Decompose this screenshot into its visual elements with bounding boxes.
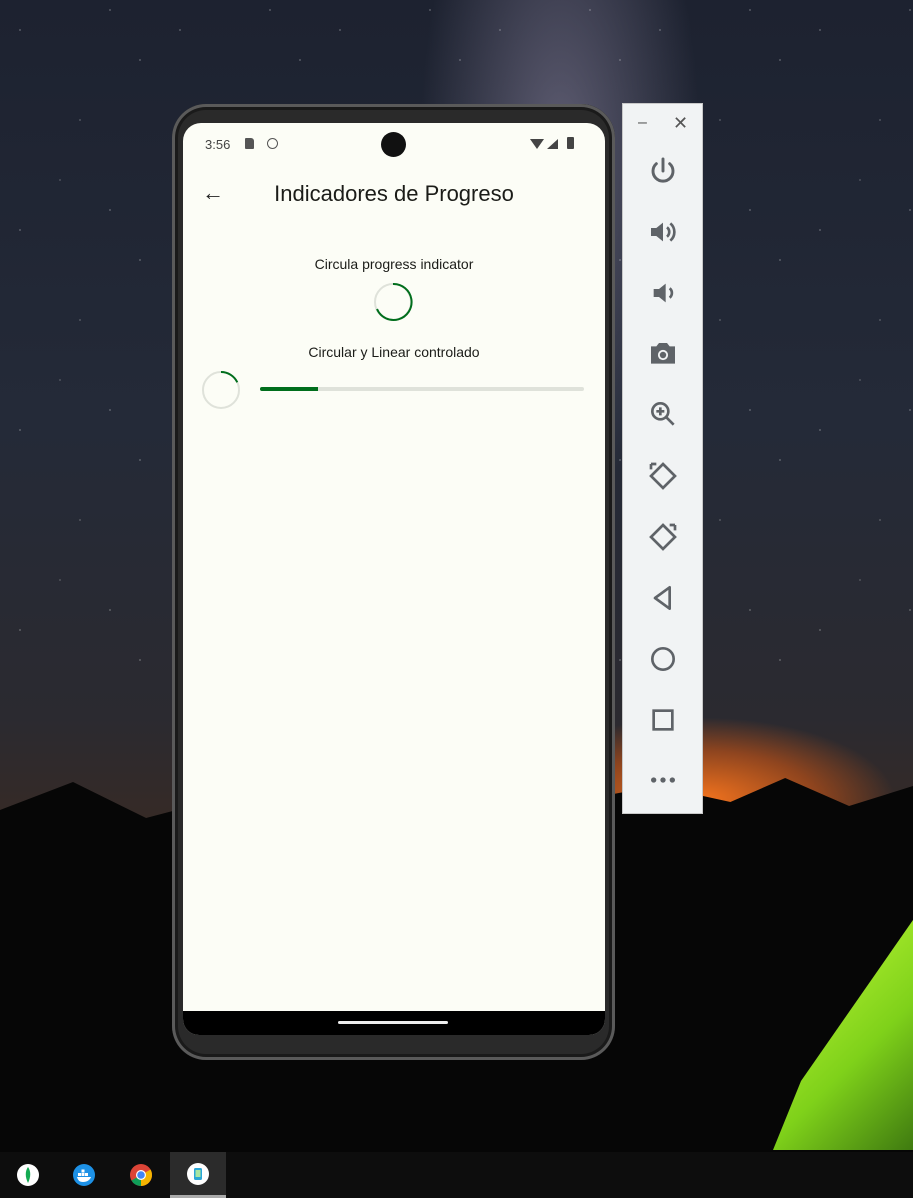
emulator-toolbar: – ✕ — [622, 103, 703, 814]
circular-progress-indicator — [374, 282, 413, 321]
taskbar — [0, 1152, 913, 1198]
phone-screen: 3:56 ← Indicadores de Progreso Circula p… — [183, 123, 605, 1035]
zoom-in-icon[interactable] — [643, 394, 683, 434]
linear-progress-fill — [260, 387, 319, 391]
rotate-right-icon[interactable] — [643, 517, 683, 557]
overview-icon[interactable] — [643, 700, 683, 740]
wifi-icon — [530, 139, 544, 149]
back-icon[interactable] — [643, 578, 683, 618]
more-icon[interactable] — [643, 760, 683, 800]
battery-icon — [567, 137, 574, 149]
close-icon[interactable]: ✕ — [673, 113, 688, 134]
minimize-icon[interactable]: – — [638, 114, 647, 132]
spinner-arc — [376, 282, 413, 321]
sd-card-icon — [245, 138, 254, 149]
mongodb-compass-icon[interactable] — [0, 1152, 56, 1198]
home-gesture-pill[interactable] — [338, 1021, 448, 1024]
controlled-arc — [220, 371, 239, 383]
controlled-indicator-label: Circular y Linear controlado — [308, 344, 480, 360]
notification-icon — [267, 138, 278, 149]
page-title: Indicadores de Progreso — [274, 181, 514, 206]
status-bar: 3:56 — [183, 123, 605, 167]
status-time: 3:56 — [205, 137, 231, 152]
signal-icon — [547, 139, 558, 149]
rotate-left-icon[interactable] — [643, 456, 683, 496]
controlled-circular-progress — [202, 371, 240, 409]
app-bar: ← Indicadores de Progreso — [183, 167, 605, 223]
system-nav-bar — [183, 1011, 605, 1035]
camera-icon[interactable] — [643, 333, 683, 373]
power-icon[interactable] — [643, 151, 683, 191]
chrome-icon[interactable] — [113, 1152, 169, 1198]
docker-icon[interactable] — [56, 1152, 112, 1198]
linear-progress-track — [260, 387, 584, 391]
volume-up-icon[interactable] — [643, 212, 683, 252]
home-icon[interactable] — [643, 639, 683, 679]
front-camera — [381, 132, 406, 157]
circular-indicator-label: Circula progress indicator — [314, 256, 474, 272]
volume-down-icon[interactable] — [643, 273, 683, 313]
android-emulator-icon[interactable] — [170, 1152, 226, 1198]
